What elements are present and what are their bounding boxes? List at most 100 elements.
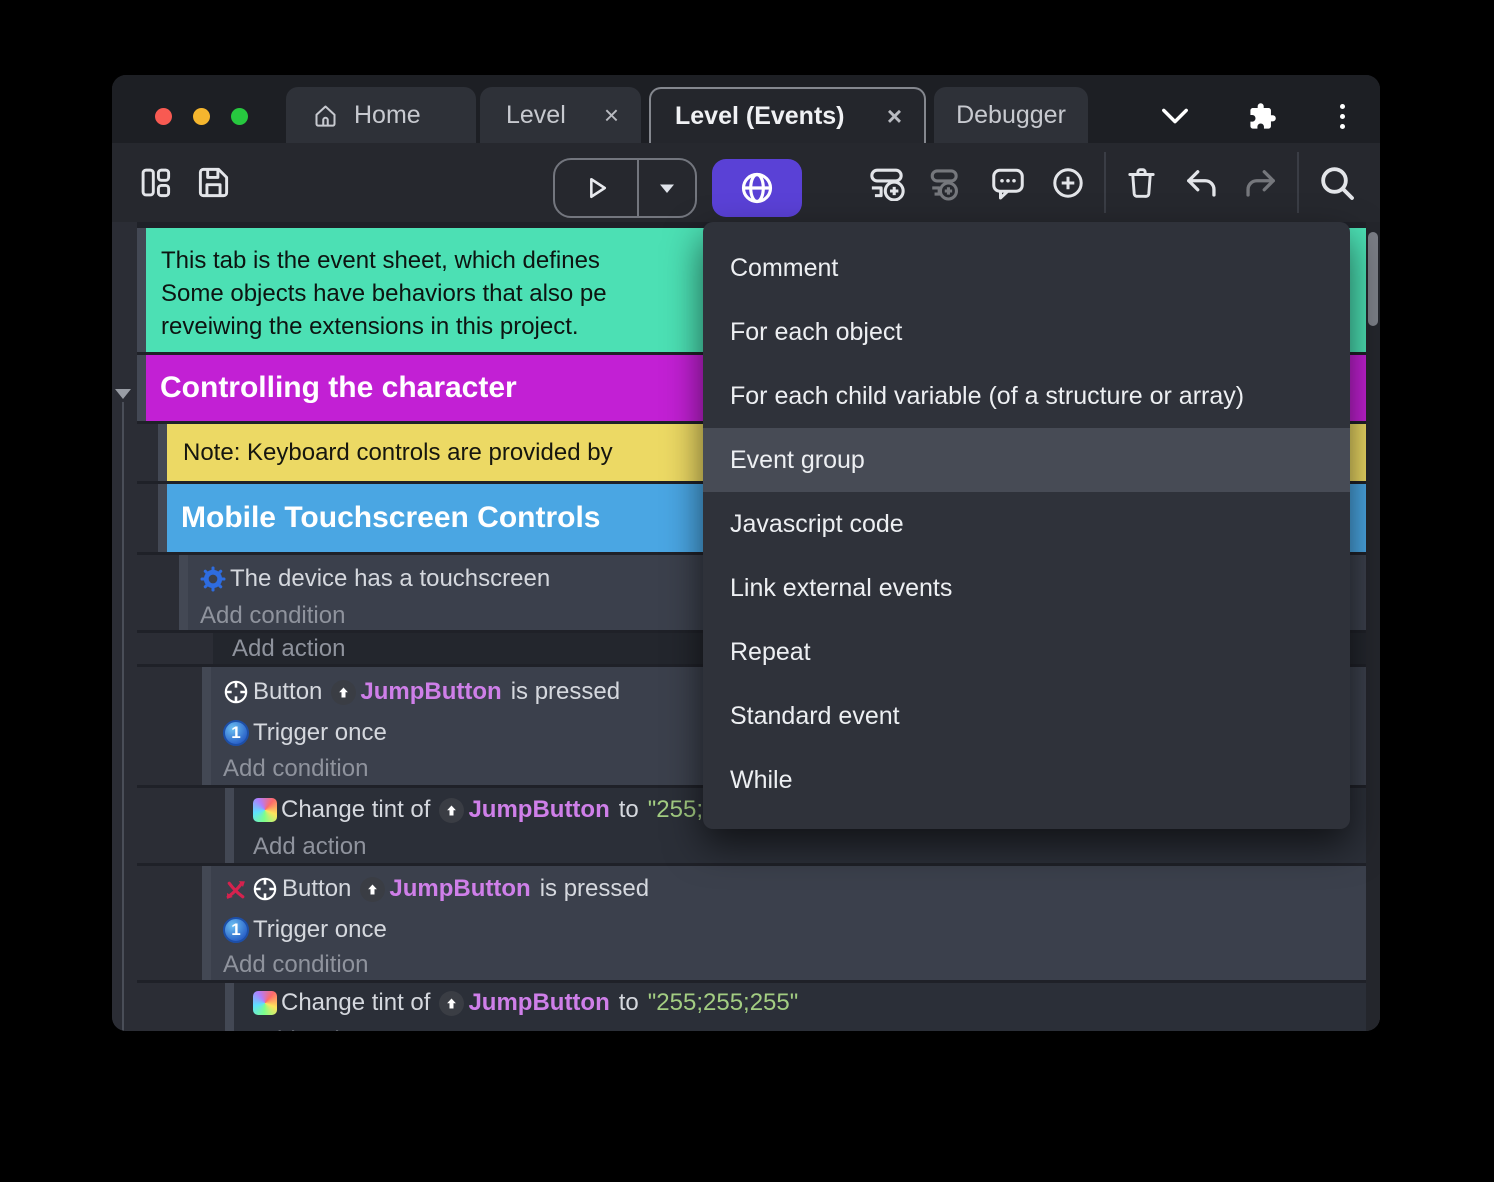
- gamepad-button-icon: [223, 679, 249, 705]
- tab-home[interactable]: Home: [286, 87, 476, 143]
- undo-icon[interactable]: [1182, 165, 1218, 201]
- condition-button-pressed-inverted[interactable]: Button JumpButton is pressed: [211, 866, 1366, 910]
- condition-text: is pressed: [540, 875, 649, 903]
- menu-item-while[interactable]: While: [703, 748, 1350, 812]
- object-name: JumpButton: [468, 796, 609, 824]
- jumpbutton-object-icon: [439, 798, 464, 823]
- jumpbutton-object-icon: [360, 877, 385, 902]
- preview-options-dropdown[interactable]: [637, 160, 695, 216]
- layout-panels-icon[interactable]: [138, 165, 173, 200]
- add-action-link[interactable]: Add action: [234, 830, 1366, 863]
- add-event-context-menu: Comment For each object For each child v…: [703, 222, 1350, 829]
- condition-trigger-once[interactable]: 1 Trigger once: [211, 910, 1366, 949]
- menu-item-javascript-code[interactable]: Javascript code: [703, 492, 1350, 556]
- remote-preview-button[interactable]: [712, 159, 802, 217]
- menu-item-standard-event[interactable]: Standard event: [703, 684, 1350, 748]
- menu-item-repeat[interactable]: Repeat: [703, 620, 1350, 684]
- add-action-link[interactable]: Add action: [234, 1021, 1366, 1031]
- event-condition-row[interactable]: Button JumpButton is pressed 1 Trigger o…: [137, 866, 1366, 980]
- trigger-once-icon: 1: [223, 720, 249, 746]
- scrollbar-thumb[interactable]: [1368, 232, 1378, 326]
- preview-button-group: [553, 158, 697, 218]
- toolbar-separator: [1297, 152, 1299, 213]
- close-window-button[interactable]: [155, 108, 172, 125]
- event-margin: [158, 424, 167, 481]
- action-row[interactable]: Change tint of JumpButton to "255;255;25…: [137, 983, 1366, 1031]
- indent: [137, 555, 179, 630]
- trigger-once-icon: 1: [223, 917, 249, 943]
- tree-line: [122, 402, 124, 1031]
- event-jumpbutton-not-pressed[interactable]: Button JumpButton is pressed 1 Trigger o…: [211, 866, 1366, 980]
- save-icon[interactable]: [196, 165, 231, 200]
- event-margin: [225, 788, 234, 863]
- add-circle-icon[interactable]: [1050, 165, 1086, 201]
- home-icon: [312, 102, 339, 129]
- tab-label: Level: [506, 101, 566, 130]
- action-change-tint-line[interactable]: Change tint of JumpButton to "255;255;25…: [234, 983, 1366, 1021]
- action-text: Change tint of: [281, 989, 430, 1017]
- add-sub-event-icon[interactable]: [923, 164, 960, 201]
- add-comment-icon[interactable]: [990, 165, 1026, 201]
- menu-item-for-each-object[interactable]: For each object: [703, 300, 1350, 364]
- tab-label: Home: [354, 101, 421, 130]
- action-text: to: [619, 989, 639, 1017]
- add-event-icon[interactable]: [868, 164, 905, 201]
- indent: [137, 866, 202, 980]
- event-margin: [202, 866, 211, 980]
- condition-text: is pressed: [511, 678, 620, 706]
- collapse-arrow-icon[interactable]: [115, 389, 131, 399]
- indent: [137, 983, 225, 1031]
- close-icon[interactable]: ×: [869, 103, 902, 129]
- action-value: "255;255;255": [648, 989, 799, 1017]
- minimize-window-button[interactable]: [193, 108, 210, 125]
- jumpbutton-object-icon: [331, 680, 356, 705]
- condition-text: Trigger once: [253, 916, 387, 944]
- zoom-window-button[interactable]: [231, 108, 248, 125]
- title-bar: Home Level × Level (Events) × Debugger: [112, 75, 1380, 143]
- close-icon[interactable]: ×: [586, 102, 619, 128]
- delete-trash-icon[interactable]: [1124, 165, 1159, 200]
- condition-text: Button: [282, 875, 351, 903]
- menu-item-link-external-events[interactable]: Link external events: [703, 556, 1350, 620]
- condition-text: Button: [253, 678, 322, 706]
- object-name: JumpButton: [389, 875, 530, 903]
- tab-label: Level (Events): [675, 102, 845, 131]
- object-name: JumpButton: [360, 678, 501, 706]
- menu-item-comment[interactable]: Comment: [703, 236, 1350, 300]
- menu-item-for-each-child-variable[interactable]: For each child variable (of a structure …: [703, 364, 1350, 428]
- menu-item-event-group[interactable]: Event group: [703, 428, 1350, 492]
- search-icon[interactable]: [1317, 163, 1357, 203]
- event-margin: [225, 983, 234, 1031]
- chevron-down-icon[interactable]: [1160, 107, 1190, 125]
- kebab-menu-icon[interactable]: [1340, 104, 1345, 129]
- tab-debugger[interactable]: Debugger: [934, 87, 1088, 143]
- tab-level-events[interactable]: Level (Events) ×: [649, 87, 926, 143]
- screen: Home Level × Level (Events) × Debugger: [0, 0, 1494, 1182]
- group-title: Mobile Touchscreen Controls: [181, 501, 601, 535]
- indent: [137, 667, 202, 785]
- toolbar: [112, 143, 1380, 222]
- preview-play-button[interactable]: [555, 160, 637, 216]
- indent: [137, 633, 213, 664]
- add-condition-link[interactable]: Add condition: [211, 949, 1366, 980]
- invert-icon: [223, 877, 248, 902]
- gamepad-button-icon: [252, 876, 278, 902]
- object-name: JumpButton: [468, 989, 609, 1017]
- vertical-scrollbar[interactable]: [1366, 222, 1380, 1031]
- indent: [137, 424, 158, 481]
- tab-level[interactable]: Level ×: [480, 87, 641, 143]
- jumpbutton-object-icon: [439, 991, 464, 1016]
- tint-icon: [253, 991, 277, 1015]
- condition-text: Trigger once: [253, 719, 387, 747]
- redo-icon[interactable]: [1244, 165, 1280, 201]
- action-change-tint[interactable]: Change tint of JumpButton to "255;255;25…: [234, 983, 1366, 1031]
- globe-icon: [739, 170, 775, 206]
- tab-label: Debugger: [956, 101, 1066, 130]
- construct-window: Home Level × Level (Events) × Debugger: [112, 75, 1380, 1031]
- condition-text: The device has a touchscreen: [230, 565, 550, 593]
- indent: [137, 484, 158, 552]
- extensions-puzzle-icon[interactable]: [1248, 102, 1277, 131]
- event-margin: [179, 555, 188, 630]
- action-text: Change tint of: [281, 796, 430, 824]
- toolbar-separator: [1104, 152, 1106, 213]
